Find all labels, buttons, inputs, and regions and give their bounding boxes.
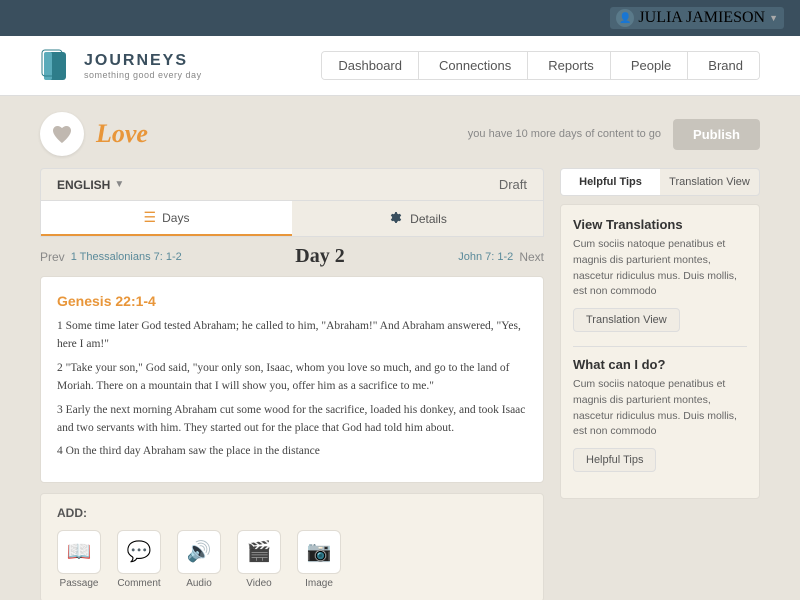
day-title: Day 2 <box>295 245 344 268</box>
logo-area: JOURNEYS something good every day <box>40 48 202 84</box>
verse-1: 1 Some time later God tested Abraham; he… <box>57 317 527 354</box>
gear-icon <box>388 211 404 227</box>
nav-dashboard[interactable]: Dashboard <box>322 52 419 79</box>
next-link[interactable]: Next <box>519 250 544 264</box>
logo-subtitle: something good every day <box>84 70 202 80</box>
nav-people[interactable]: People <box>615 52 688 79</box>
video-icon: 🎬 <box>237 530 281 574</box>
add-card: ADD: 📖 Passage 💬 Comment 🔊 Audio <box>40 493 544 600</box>
days-label: Days <box>162 211 189 225</box>
tab-helpful-tips[interactable]: Helpful Tips <box>561 169 660 195</box>
chevron-down-icon: ▼ <box>114 179 124 190</box>
passage-title: Genesis 22:1-4 <box>57 293 527 309</box>
verse-3: 3 Early the next morning Abraham cut som… <box>57 401 527 438</box>
passage-label: Passage <box>60 578 99 589</box>
view-translations-title: View Translations <box>573 217 747 232</box>
right-col: Helpful Tips Translation View View Trans… <box>560 168 760 600</box>
publish-button[interactable]: Publish <box>673 119 760 150</box>
what-can-i-do-title: What can I do? <box>573 357 747 372</box>
view-translations-text: Cum sociis natoque penatibus et magnis d… <box>573 237 747 300</box>
translation-view-button[interactable]: Translation View <box>573 308 680 332</box>
tab-days[interactable]: ☰ Days <box>41 201 292 236</box>
comment-label: Comment <box>117 578 160 589</box>
day-tabs: ☰ Days Details <box>40 201 544 237</box>
right-panel: View Translations Cum sociis natoque pen… <box>560 204 760 499</box>
divider <box>573 346 747 347</box>
video-label: Video <box>246 578 271 589</box>
details-label: Details <box>410 212 447 226</box>
prev-ref[interactable]: 1 Thessalonians 7: 1-2 <box>71 251 182 263</box>
audio-label: Audio <box>186 578 212 589</box>
main-area: Love you have 10 more days of content to… <box>0 96 800 600</box>
user-name: JULIA JAMIESON <box>638 9 765 27</box>
left-col: ENGLISH ▼ Draft ☰ Days Details <box>40 168 544 600</box>
nav-links: Dashboard Connections Reports People Bra… <box>321 51 760 80</box>
image-icon: 📷 <box>297 530 341 574</box>
comment-icon: 💬 <box>117 530 161 574</box>
logo-text: JOURNEYS something good every day <box>84 52 202 80</box>
tab-details[interactable]: Details <box>292 201 543 236</box>
next-ref[interactable]: John 7: 1-2 <box>458 251 513 263</box>
publish-hint: you have 10 more days of content to go <box>468 128 661 140</box>
add-items: 📖 Passage 💬 Comment 🔊 Audio 🎬 Video <box>57 530 527 589</box>
passage-text: 1 Some time later God tested Abraham; he… <box>57 317 527 461</box>
user-badge[interactable]: 👤 JULIA JAMIESON ▼ <box>610 7 784 29</box>
nav-connections[interactable]: Connections <box>423 52 528 79</box>
love-icon-circle <box>40 112 84 156</box>
helpful-tips-button[interactable]: Helpful Tips <box>573 448 656 472</box>
love-title: Love <box>96 119 148 149</box>
nav-brand[interactable]: Brand <box>692 52 759 79</box>
top-bar: 👤 JULIA JAMIESON ▼ <box>0 0 800 36</box>
tab-translation-view[interactable]: Translation View <box>660 169 759 195</box>
language-label: ENGLISH <box>57 178 110 192</box>
audio-icon: 🔊 <box>177 530 221 574</box>
language-select[interactable]: ENGLISH ▼ <box>57 178 124 192</box>
add-image[interactable]: 📷 Image <box>297 530 341 589</box>
draft-label: Draft <box>499 177 527 192</box>
user-icon: 👤 <box>616 9 634 27</box>
prev-link[interactable]: Prev <box>40 250 65 264</box>
nav-bar: JOURNEYS something good every day Dashbo… <box>0 36 800 96</box>
two-col-layout: ENGLISH ▼ Draft ☰ Days Details <box>40 168 760 600</box>
add-comment[interactable]: 💬 Comment <box>117 530 161 589</box>
add-passage[interactable]: 📖 Passage <box>57 530 101 589</box>
add-label: ADD: <box>57 506 527 520</box>
image-label: Image <box>305 578 333 589</box>
what-can-i-do-section: What can I do? Cum sociis natoque penati… <box>573 357 747 472</box>
passage-icon: 📖 <box>57 530 101 574</box>
content-header: Love you have 10 more days of content to… <box>40 112 760 156</box>
day-nav: Prev 1 Thessalonians 7: 1-2 Day 2 John 7… <box>40 237 544 276</box>
logo-icon <box>40 48 76 84</box>
add-video[interactable]: 🎬 Video <box>237 530 281 589</box>
right-tabs: Helpful Tips Translation View <box>560 168 760 196</box>
days-icon: ☰ <box>144 209 157 226</box>
lang-bar: ENGLISH ▼ Draft <box>40 168 544 201</box>
logo-title: JOURNEYS <box>84 52 202 70</box>
verse-4: 4 On the third day Abraham saw the place… <box>57 442 527 460</box>
user-menu-icon: ▼ <box>769 13 778 23</box>
what-can-i-do-text: Cum sociis natoque penatibus et magnis d… <box>573 377 747 440</box>
add-audio[interactable]: 🔊 Audio <box>177 530 221 589</box>
verse-2: 2 "Take your son," God said, "your only … <box>57 359 527 396</box>
passage-card: Genesis 22:1-4 1 Some time later God tes… <box>40 276 544 483</box>
view-translations-section: View Translations Cum sociis natoque pen… <box>573 217 747 332</box>
nav-reports[interactable]: Reports <box>532 52 611 79</box>
publish-area: you have 10 more days of content to go P… <box>468 119 760 150</box>
